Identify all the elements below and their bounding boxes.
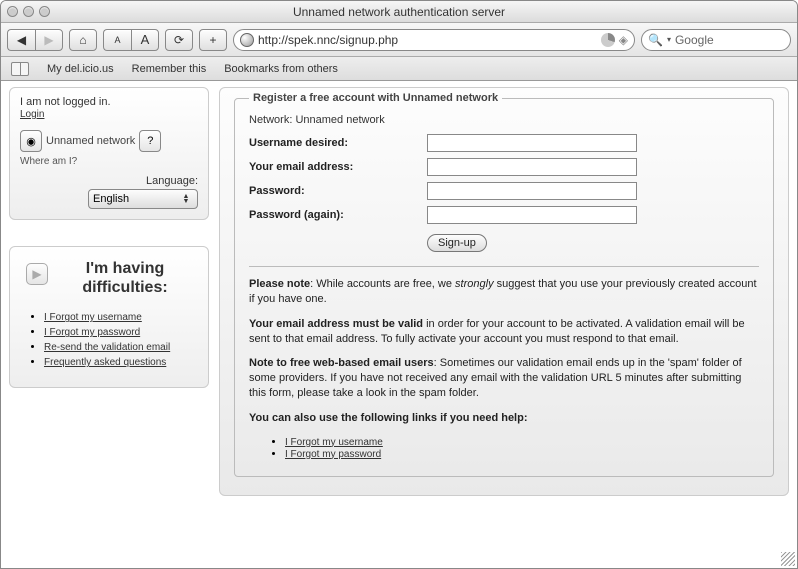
note-forgot-password-link[interactable]: I Forgot my password xyxy=(285,449,381,460)
signup-button[interactable]: Sign-up xyxy=(427,234,487,252)
divider xyxy=(249,266,759,267)
main-content: Register a free account with Unnamed net… xyxy=(219,87,789,496)
rss-icon[interactable]: ◈ xyxy=(619,33,628,47)
login-status-text: I am not logged in. xyxy=(20,96,198,108)
network-icon-button[interactable]: ◉ xyxy=(20,130,42,152)
reload-button[interactable]: ⟳ xyxy=(165,29,193,51)
help-panel: ▶ I'm having difficulties: I Forgot my u… xyxy=(9,246,209,388)
email-input[interactable] xyxy=(427,158,637,176)
site-icon xyxy=(240,33,254,47)
home-button[interactable]: ⌂ xyxy=(69,29,97,51)
forgot-password-link[interactable]: I Forgot my password xyxy=(44,327,140,338)
question-icon: ? xyxy=(147,135,153,147)
username-label: Username desired: xyxy=(249,137,427,149)
forward-button[interactable]: ▶ xyxy=(35,29,63,51)
password2-label: Password (again): xyxy=(249,209,427,221)
add-bookmark-button[interactable]: + xyxy=(199,29,227,51)
note-forgot-username-link[interactable]: I Forgot my username xyxy=(285,437,383,448)
search-placeholder: Google xyxy=(675,33,714,47)
email-label: Your email address: xyxy=(249,161,427,173)
resend-validation-link[interactable]: Re-send the validation email xyxy=(44,342,170,353)
url-text: http://spek.nnc/signup.php xyxy=(258,33,398,47)
bookmark-item[interactable]: Bookmarks from others xyxy=(224,63,338,75)
globe-icon: ◉ xyxy=(26,135,36,148)
language-select[interactable]: English ▲▼ xyxy=(88,189,198,209)
select-arrows-icon: ▲▼ xyxy=(179,194,193,204)
note-email-valid: Your email address must be valid in orde… xyxy=(249,317,759,347)
login-link[interactable]: Login xyxy=(20,109,44,120)
network-name: Unnamed network xyxy=(46,135,135,147)
address-bar[interactable]: http://spek.nnc/signup.php ◈ xyxy=(233,29,635,51)
signup-fieldset: Register a free account with Unnamed net… xyxy=(234,92,774,477)
language-value: English xyxy=(93,193,129,205)
loading-spinner-icon xyxy=(601,33,615,47)
help-title: I'm having difficulties: xyxy=(58,259,192,297)
password-label: Password: xyxy=(249,185,427,197)
where-am-i-link[interactable]: Where am I? xyxy=(20,156,198,167)
network-line: Network: Unnamed network xyxy=(249,114,759,126)
forgot-username-link[interactable]: I Forgot my username xyxy=(44,312,142,323)
signup-legend: Register a free account with Unnamed net… xyxy=(249,92,502,104)
collapse-arrow-button[interactable]: ▶ xyxy=(26,263,48,285)
faq-link[interactable]: Frequently asked questions xyxy=(44,357,166,368)
window-titlebar: Unnamed network authentication server xyxy=(1,1,797,23)
bookmark-item[interactable]: My del.icio.us xyxy=(47,63,114,75)
password2-input[interactable] xyxy=(427,206,637,224)
search-bar[interactable]: 🔍 ▾ Google xyxy=(641,29,791,51)
note-please: Please note: While accounts are free, we… xyxy=(249,277,759,307)
search-icon: 🔍 xyxy=(648,33,663,47)
note-help-links-intro: You can also use the following links if … xyxy=(249,411,759,426)
note-webmail: Note to free web-based email users: Some… xyxy=(249,356,759,401)
language-label: Language: xyxy=(20,175,198,187)
chevron-down-icon: ▾ xyxy=(667,35,671,44)
bookmarks-bar: My del.icio.us Remember this Bookmarks f… xyxy=(1,57,797,81)
login-status-panel: I am not logged in. Login ◉ Unnamed netw… xyxy=(9,87,209,220)
browser-toolbar: ◀ ▶ ⌂ A A ⟳ + http://spek.nnc/signup.php… xyxy=(1,23,797,57)
bookmarks-menu-icon[interactable] xyxy=(11,62,29,76)
window-title: Unnamed network authentication server xyxy=(1,5,797,19)
back-button[interactable]: ◀ xyxy=(7,29,35,51)
help-button[interactable]: ? xyxy=(139,130,161,152)
text-larger-button[interactable]: A xyxy=(131,29,159,51)
password-input[interactable] xyxy=(427,182,637,200)
text-smaller-button[interactable]: A xyxy=(103,29,131,51)
resize-grip-icon[interactable] xyxy=(781,552,795,566)
bookmark-item[interactable]: Remember this xyxy=(132,63,207,75)
username-input[interactable] xyxy=(427,134,637,152)
